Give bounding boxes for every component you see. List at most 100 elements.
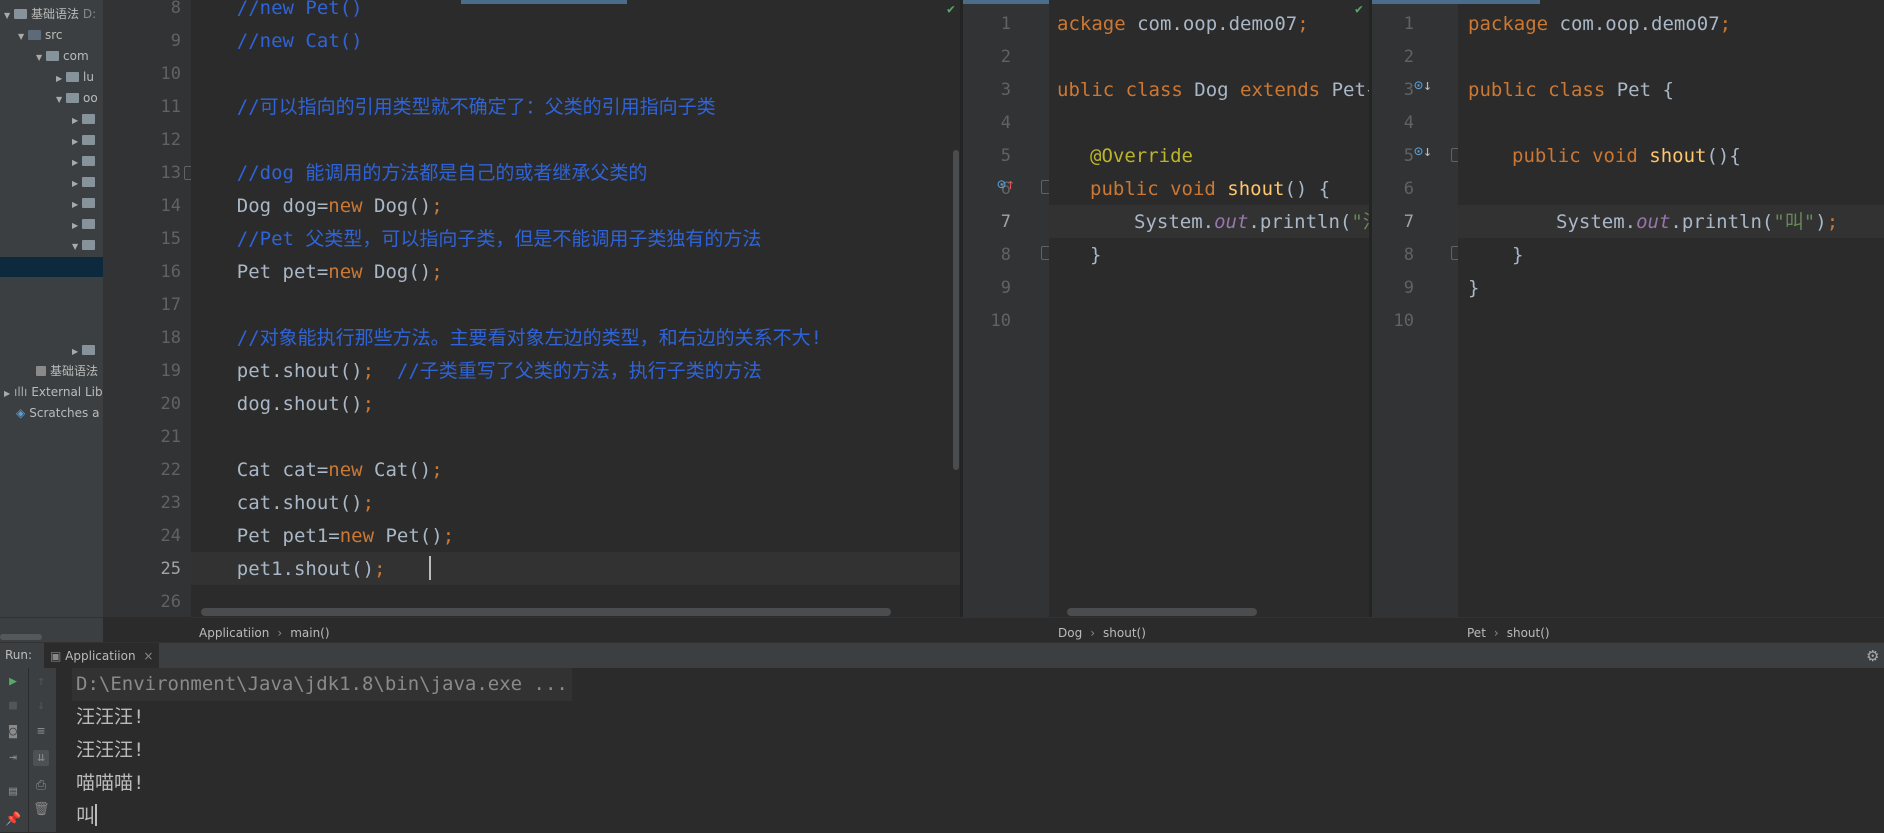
breadcrumb-method[interactable]: shout(): [1507, 626, 1550, 640]
pin-icon[interactable]: 📌: [5, 812, 21, 828]
tab-indicator: [461, 0, 627, 4]
inspection-ok-icon[interactable]: ✔: [1355, 2, 1363, 17]
tree-item-iml[interactable]: 基础语法: [36, 361, 98, 381]
chevron-down-icon[interactable]: ▼: [18, 27, 28, 47]
tree-item-sub[interactable]: ▼: [72, 235, 99, 255]
file-icon: [36, 366, 46, 376]
breadcrumb-separator: ›: [1493, 626, 1499, 640]
tree-item-external-libraries[interactable]: ▶ ıllı External Lib: [4, 382, 103, 402]
chevron-down-icon[interactable]: ▼: [36, 48, 46, 68]
tree-item-oop[interactable]: ▼ oo: [56, 88, 98, 108]
dog-editor[interactable]: ackage com.oop.demo07; ublic class Dog e…: [1049, 0, 1369, 617]
breadcrumb-class[interactable]: Applicatiion: [199, 626, 269, 640]
console-line: 喵喵喵!: [76, 772, 145, 794]
line-number: 16: [160, 262, 181, 282]
override-method-icon[interactable]: ⊙↑: [997, 175, 1015, 193]
tree-selection[interactable]: [0, 257, 103, 277]
scroll-to-end-icon[interactable]: ⇊: [33, 750, 49, 766]
line-number: 21: [160, 427, 181, 447]
chevron-right-icon[interactable]: ▶: [56, 69, 66, 89]
trash-icon[interactable]: 🗑: [33, 802, 50, 818]
implemented-method-icon[interactable]: ⊙↓: [1414, 142, 1432, 160]
soft-wrap-icon[interactable]: ≡: [33, 724, 49, 740]
layout-icon[interactable]: ▤: [5, 784, 21, 800]
package-icon: [82, 240, 95, 250]
breadcrumb-method[interactable]: main(): [290, 626, 329, 640]
breadcrumb-class[interactable]: Pet: [1467, 626, 1486, 640]
code-line: //可以指向的引用类型就不确定了：父类的引用指向子类: [191, 96, 716, 118]
package-icon: [82, 114, 95, 124]
line-number: 19: [160, 361, 181, 381]
close-icon[interactable]: ×: [143, 649, 153, 663]
vertical-scrollbar[interactable]: [953, 150, 959, 470]
run-tab-applicatiion[interactable]: ▣ Applicatiion ×: [44, 643, 160, 669]
tree-item-project[interactable]: ▼ 基础语法 D:: [4, 4, 96, 24]
chevron-right-icon[interactable]: ▶: [72, 195, 82, 215]
code-line: //对象能执行那些方法。主要看对象左边的类型，和右边的关系不大!: [191, 327, 823, 349]
tree-item-scratches[interactable]: ◈ Scratches a: [16, 403, 99, 423]
tree-item-src[interactable]: ▼ src: [18, 25, 63, 45]
package-icon: [82, 156, 95, 166]
tree-item-lu[interactable]: ▶ lu: [56, 67, 94, 87]
tree-item-sub[interactable]: ▶: [72, 130, 99, 150]
package-icon: [82, 219, 95, 229]
run-side-toolbar: ▶ ■ ◙ ⇥ ▤ 📌 ↑ ↓ ≡ ⇊ ⎙ 🗑: [0, 668, 56, 832]
chevron-down-icon[interactable]: ▼: [4, 6, 14, 26]
horizontal-scrollbar[interactable]: [1067, 608, 1257, 616]
tree-item-sub[interactable]: ▶: [72, 193, 99, 213]
inspection-ok-icon[interactable]: ✔: [947, 2, 955, 17]
horizontal-scrollbar[interactable]: [201, 608, 891, 616]
chevron-right-icon[interactable]: ▶: [72, 132, 82, 152]
package-icon: [82, 198, 95, 208]
up-arrow-icon[interactable]: ↑: [33, 674, 49, 690]
gear-icon[interactable]: ⚙: [1866, 647, 1879, 665]
tree-item-sub[interactable]: ▶: [72, 151, 99, 171]
text-cursor: [429, 556, 431, 580]
project-tree: ▼ 基础语法 D: ▼ src ▼ com ▶ lu ▼ oo ▶ ▶ ▶ ▶ ▶ ▶ ▼…: [0, 0, 103, 632]
line-number: 10: [160, 64, 181, 84]
breadcrumb-method[interactable]: shout(): [1103, 626, 1146, 640]
library-icon: ıllı: [14, 385, 28, 399]
chevron-right-icon[interactable]: ▶: [72, 174, 82, 194]
chevron-down-icon[interactable]: ▼: [72, 237, 82, 257]
camera-icon[interactable]: ◙: [5, 724, 21, 740]
tree-item-sub[interactable]: ▶: [72, 340, 99, 360]
code-line: //dog 能调用的方法都是自己的或者继承父类的: [191, 162, 648, 184]
chevron-down-icon[interactable]: ▼: [56, 90, 66, 110]
pet-editor-gutter: 1 2 3 4 5 6 7 8 9 10 ⊙↓ ⊙↓: [1372, 0, 1512, 617]
package-icon: [82, 177, 95, 187]
restore-layout-icon[interactable]: ⇥: [5, 750, 21, 766]
tree-item-sub[interactable]: ▶: [72, 214, 99, 234]
chevron-right-icon[interactable]: ▶: [4, 384, 14, 404]
code-line: //new Cat(): [191, 30, 363, 52]
line-number: 1: [1000, 14, 1011, 34]
main-editor[interactable]: //new Pet() //new Cat() //可以指向的引用类型就不确定了…: [191, 0, 960, 617]
tree-scrollbar[interactable]: [0, 634, 42, 640]
chevron-right-icon[interactable]: ▶: [72, 216, 82, 236]
pet-editor[interactable]: package com.oop.demo07; public class Pet…: [1458, 0, 1884, 617]
run-console[interactable]: D:\Environment\Java\jdk1.8\bin\java.exe …: [56, 668, 1884, 832]
down-arrow-icon[interactable]: ↓: [33, 698, 49, 714]
chevron-right-icon[interactable]: ▶: [72, 153, 82, 173]
run-icon[interactable]: ▶: [5, 674, 21, 690]
line-number: 9: [170, 31, 181, 51]
line-number: 23: [160, 493, 181, 513]
code-line: //Pet 父类型，可以指向子类，但是不能调用子类独有的方法: [191, 228, 762, 250]
line-number: 12: [160, 130, 181, 150]
console-line: 汪汪汪!: [76, 706, 145, 728]
chevron-right-icon[interactable]: ▶: [72, 111, 82, 131]
print-icon[interactable]: ⎙: [33, 778, 49, 794]
tree-item-sub[interactable]: ▶: [72, 109, 99, 129]
tree-item-sub[interactable]: ▶: [72, 172, 99, 192]
breadcrumb-class[interactable]: Dog: [1058, 626, 1082, 640]
code-line: Dog dog=new Dog();: [191, 195, 443, 217]
console-line: 叫: [76, 805, 96, 827]
tree-item-com[interactable]: ▼ com: [36, 46, 89, 66]
line-number: 24: [160, 526, 181, 546]
line-number: 10: [990, 311, 1011, 331]
stop-icon[interactable]: ■: [5, 698, 21, 714]
run-label: Run:: [5, 648, 33, 662]
chevron-right-icon[interactable]: ▶: [72, 342, 82, 362]
implemented-method-icon[interactable]: ⊙↓: [1414, 76, 1432, 94]
line-number: 1: [1403, 14, 1414, 34]
